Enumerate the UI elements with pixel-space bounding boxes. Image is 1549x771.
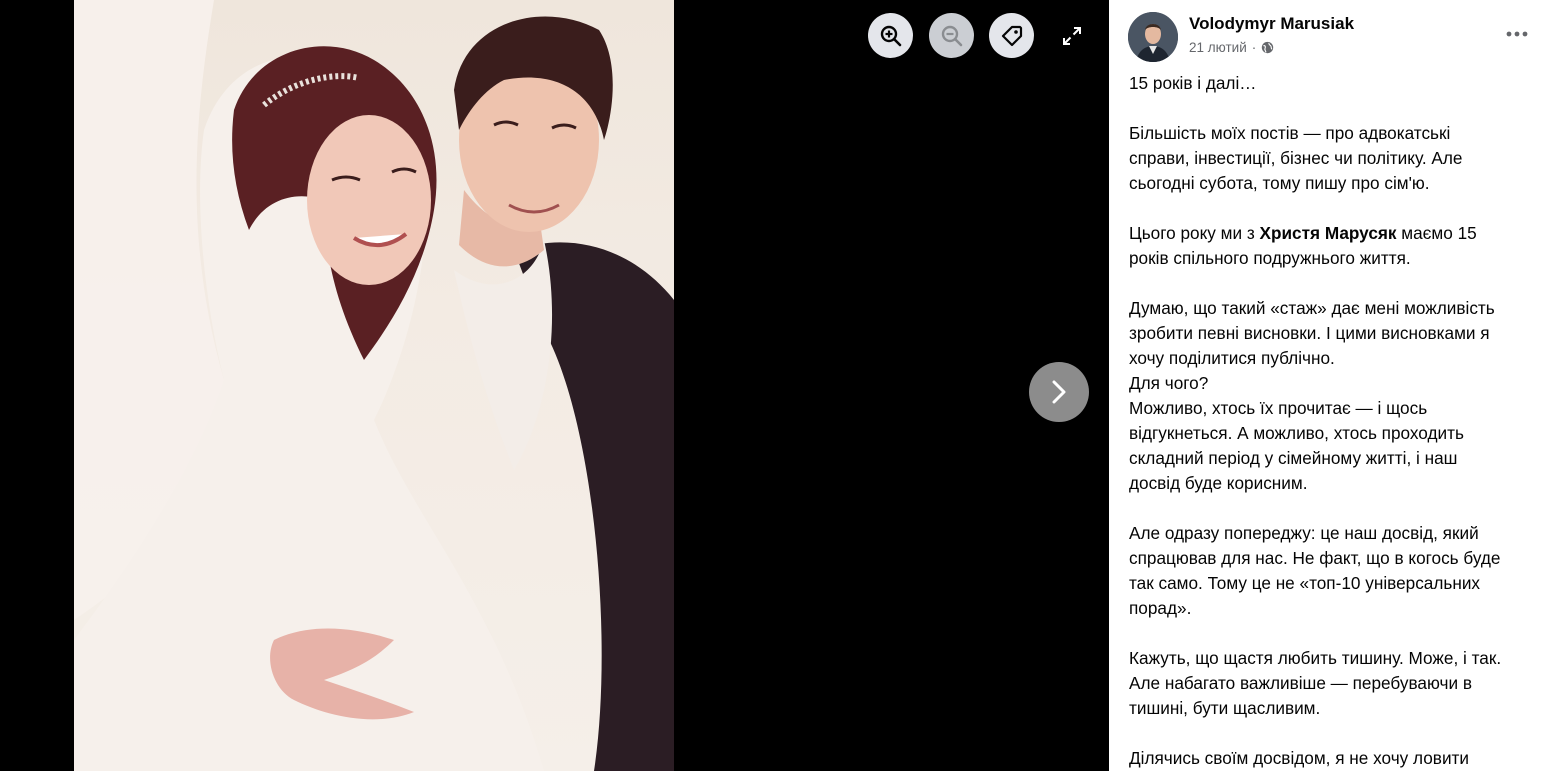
next-photo-button[interactable] [1029,362,1089,422]
post-line-part: маємо 15 [1396,223,1477,243]
wedding-photo-illustration [74,0,674,771]
chevron-right-icon [1052,380,1066,404]
zoom-in-icon [880,25,901,46]
post-line: років спільного подружнього життя. [1129,248,1411,268]
post-line: справи, інвестиції, бізнес чи політику. … [1129,148,1463,168]
post-line: спрацював для нас. Не факт, що в когось … [1129,548,1501,568]
expand-icon [1063,27,1081,45]
post-line: досвід буде корисним. [1129,473,1308,493]
globe-icon [1262,41,1274,54]
post-line: 15 років і далі… [1129,73,1257,93]
post-line: Ділячись своїм досвідом, я не хочу ловит… [1129,748,1470,768]
photo-viewer [0,0,1109,771]
fullscreen-button[interactable] [1052,16,1092,56]
tag-icon [1001,25,1022,46]
post-line: Думаю, що такий «стаж» дає мені можливіс… [1129,298,1495,318]
post-line: Більшість моїх постів — про адвокатські [1129,123,1451,143]
avatar[interactable] [1128,12,1178,62]
author-name[interactable]: Volodymyr Marusiak [1189,14,1354,34]
zoom-in-button[interactable] [868,13,913,58]
post-line-part: Цього року ми з [1129,223,1260,243]
tag-photo-button[interactable] [989,13,1034,58]
author-avatar-image [1128,12,1178,62]
post-line: зробити певні висновки. І цими висновкам… [1129,323,1490,343]
mention-link[interactable]: Христя Марусяк [1260,223,1397,243]
post-date[interactable]: 21 лютий [1189,40,1247,55]
post-line: відгукнеться. А можливо, хтось проходить [1129,423,1464,443]
post-line: Але набагато важливіше — перебуваючи в [1129,673,1472,693]
post-line: Але одразу попереджу: це наш досвід, яки… [1129,523,1479,543]
post-line: Для чого? [1129,373,1209,393]
post-line: Кажуть, що щастя любить тишину. Може, і … [1129,648,1502,668]
post-text: 15 років і далі… Більшість моїх постів —… [1129,71,1537,771]
post-side-panel: Volodymyr Marusiak 21 лютий · 15 років і… [1109,0,1549,771]
post-line: Можливо, хтось їх прочитає — і щось [1129,398,1428,418]
post-line: Цього року ми з Христя Марусяк маємо 15 [1129,221,1537,246]
post-line: тишині, бути щасливим. [1129,698,1321,718]
post-line: складний період у сімейному житті, і наш [1129,448,1458,468]
post-line: так само. Тому це не «топ-10 універсальн… [1129,573,1481,593]
more-dots-icon [1506,31,1528,37]
post-photo[interactable] [74,0,674,771]
post-line: хочу поділитися публічно. [1129,348,1335,368]
post-options-button[interactable] [1497,16,1537,52]
post-line: сьогодні субота, тому пишу про сім'ю. [1129,173,1430,193]
meta-separator: · [1251,40,1257,55]
zoom-out-icon [941,25,962,46]
post-line: порад». [1129,598,1192,618]
zoom-out-button[interactable] [929,13,974,58]
post-meta: 21 лютий · [1189,40,1274,55]
